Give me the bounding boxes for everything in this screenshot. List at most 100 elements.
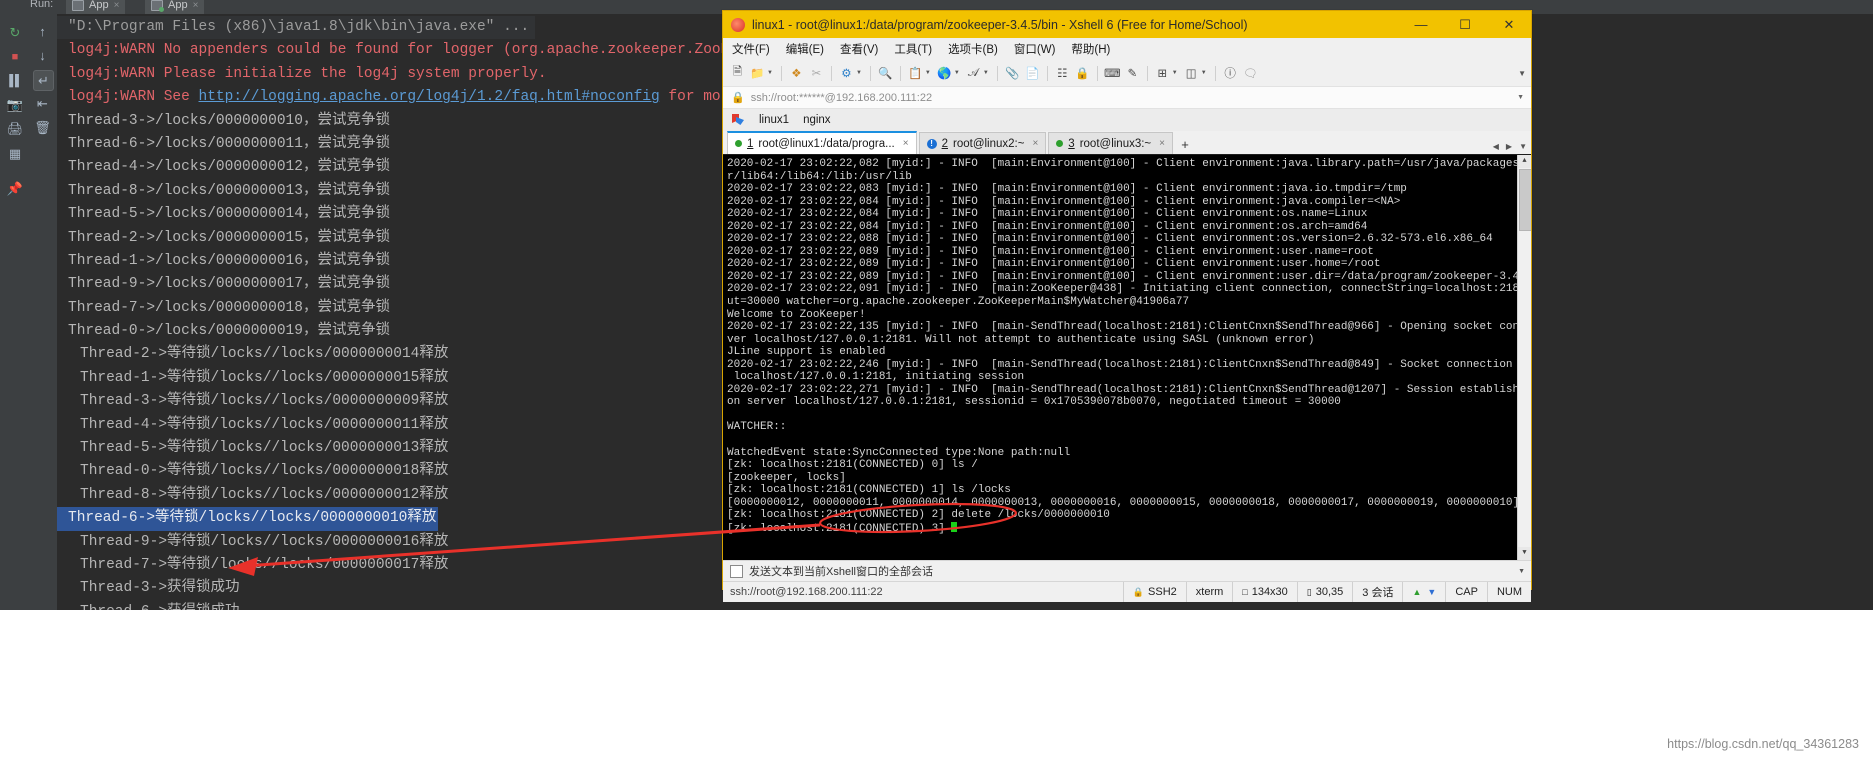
idea-tab-app-2[interactable]: App × xyxy=(145,0,205,14)
scrollbar-down-arrow-icon[interactable]: ▼ xyxy=(1518,547,1531,560)
idea-tab-app-1[interactable]: App × xyxy=(66,0,126,14)
stop-icon[interactable]: ■ xyxy=(6,48,24,66)
app-running-tab-icon xyxy=(151,0,164,12)
toolbar-separator xyxy=(1146,65,1148,81)
quick-connect-icon[interactable]: ❖ xyxy=(788,65,805,82)
chevron-down-icon[interactable]: ▼ xyxy=(856,70,862,76)
toolbar-overflow-icon[interactable]: ▼ xyxy=(1518,69,1526,78)
chevron-down-icon[interactable]: ▼ xyxy=(983,70,989,76)
layout-columns-icon[interactable]: ◫ xyxy=(1183,65,1200,82)
keyboard-icon[interactable]: ⌨ xyxy=(1104,65,1121,82)
terminal-scrollbar[interactable]: ▲ ▼ xyxy=(1517,155,1531,560)
menu-item-3[interactable]: 工具(T) xyxy=(894,41,932,57)
minimize-button[interactable]: — xyxy=(1399,11,1443,38)
chevron-down-icon[interactable]: ▼ xyxy=(1172,70,1178,76)
compose-icon[interactable]: ☷ xyxy=(1054,65,1071,82)
terminal-line: [zk: localhost:2181(CONNECTED) 2] delete… xyxy=(727,509,1110,522)
alert-icon: ! xyxy=(926,138,937,149)
close-button[interactable]: ✕ xyxy=(1487,11,1531,38)
tabs-list-icon[interactable]: ▼ xyxy=(1519,142,1527,151)
layout-icon[interactable]: ▦ xyxy=(6,145,24,163)
status-cursor: ▯ 30,35 xyxy=(1296,582,1352,602)
terminal-cursor xyxy=(951,521,958,532)
terminal-line: 2020-02-17 23:02:22,135 [myid:] - INFO [… xyxy=(727,321,1531,334)
pause-icon[interactable]: ▌▌ xyxy=(6,72,24,90)
chevron-down-icon[interactable]: ▼ xyxy=(1201,70,1207,76)
session-tab-2[interactable]: ! 2 root@linux2:~ × xyxy=(918,132,1047,154)
terminal-line: 2020-02-17 23:02:22,084 [myid:] - INFO [… xyxy=(727,220,1368,233)
bookmark-flag-icon xyxy=(732,114,745,126)
trash-icon[interactable]: 🗑 xyxy=(33,118,52,137)
tabs-prev-icon[interactable]: ◀ xyxy=(1493,142,1499,151)
menu-item-4[interactable]: 选项卡(B) xyxy=(948,41,998,57)
chevron-down-icon[interactable]: ▼ xyxy=(954,70,960,76)
paste-clip-icon[interactable]: 📎 xyxy=(1004,65,1021,82)
scroll-up-icon[interactable]: ↑ xyxy=(33,22,52,41)
cursor-icon: ▯ xyxy=(1306,586,1312,597)
session-tab-1[interactable]: 1 root@linux1:/data/progra... × xyxy=(727,131,917,154)
lock-icon[interactable]: 🔒 xyxy=(1074,65,1091,82)
pin-icon[interactable]: 📌 xyxy=(6,180,24,198)
copy-paste-icon[interactable]: 📋 xyxy=(907,65,924,82)
close-icon[interactable]: × xyxy=(114,0,120,14)
send-all-label: 发送文本到当前Xshell窗口的全部会话 xyxy=(749,566,933,578)
warn-prefix: log4j:WARN See xyxy=(68,89,199,106)
xshell-title-bar[interactable]: linux1 - root@linux1:/data/program/zooke… xyxy=(723,11,1531,38)
search-icon[interactable]: 🔍 xyxy=(877,65,894,82)
terminal-line: 2020-02-17 23:02:22,271 [myid:] - INFO [… xyxy=(727,383,1531,396)
scrollbar-thumb[interactable] xyxy=(1519,169,1531,231)
terminal-output[interactable]: 2020-02-17 23:02:22,082 [myid:] - INFO [… xyxy=(723,155,1531,560)
xshell-address-bar[interactable]: 🔒 ssh://root:******@192.168.200.111:22 ▼ xyxy=(723,87,1531,109)
chat-icon[interactable]: 🗨 xyxy=(1242,65,1259,82)
new-session-icon[interactable]: 🗎 xyxy=(729,65,746,82)
properties-gear-icon[interactable]: ⚙ xyxy=(838,65,855,82)
open-folder-icon[interactable]: 📁 xyxy=(749,65,766,82)
scrollbar-up-arrow-icon[interactable]: ▲ xyxy=(1518,155,1531,168)
status-transfer-icons: ▲ ▼ xyxy=(1402,582,1445,602)
xshell-status-bar: ssh://root@192.168.200.111:22 🔒 SSH2 xter… xyxy=(723,581,1531,602)
help-icon[interactable]: ⓘ xyxy=(1222,65,1239,82)
send-to-all-sessions-bar[interactable]: 发送文本到当前Xshell窗口的全部会话 ▼ xyxy=(723,560,1531,581)
chevron-down-icon[interactable]: ▼ xyxy=(925,70,931,76)
rerun-icon[interactable]: ↻ xyxy=(6,24,24,42)
soft-wrap-icon[interactable]: ↵ xyxy=(33,70,54,91)
toolbar-separator xyxy=(1046,65,1048,81)
console-selected-line[interactable]: Thread-6->等待锁/locks//locks/0000000010释放 xyxy=(57,507,439,531)
copy-icon[interactable]: 📄 xyxy=(1024,65,1041,82)
menu-item-6[interactable]: 帮助(H) xyxy=(1071,41,1110,57)
close-icon[interactable]: × xyxy=(193,0,199,14)
status-num: NUM xyxy=(1486,582,1531,602)
menu-item-5[interactable]: 窗口(W) xyxy=(1014,41,1056,57)
maximize-button[interactable]: ☐ xyxy=(1443,11,1487,38)
menu-item-2[interactable]: 查看(V) xyxy=(840,41,878,57)
split-add-icon[interactable]: ⊞ xyxy=(1154,65,1171,82)
screenshot-icon[interactable]: 📷 xyxy=(6,96,24,114)
font-icon[interactable]: 𝒜 xyxy=(965,65,982,82)
close-icon[interactable]: × xyxy=(1032,138,1038,149)
scroll-to-end-icon[interactable]: ⇤ xyxy=(33,94,52,113)
download-arrow-icon: ▼ xyxy=(1427,587,1437,597)
chevron-down-icon[interactable]: ▼ xyxy=(1518,568,1525,575)
highlight-icon[interactable]: ✎ xyxy=(1124,65,1141,82)
bookmark-item-nginx[interactable]: nginx xyxy=(803,114,831,126)
session-tab-3[interactable]: 3 root@linux3:~ × xyxy=(1048,132,1173,154)
session-tab-label: root@linux3:~ xyxy=(1079,137,1152,150)
tabs-next-icon[interactable]: ▶ xyxy=(1506,142,1512,151)
close-icon[interactable]: × xyxy=(1159,138,1165,149)
send-all-input[interactable] xyxy=(730,564,743,578)
menu-item-0[interactable]: 文件(F) xyxy=(732,41,770,57)
chevron-down-icon[interactable]: ▼ xyxy=(767,70,773,76)
close-icon[interactable]: × xyxy=(903,138,909,149)
scroll-down-icon[interactable]: ↓ xyxy=(33,46,52,65)
disconnect-icon[interactable]: ✂ xyxy=(808,65,825,82)
menu-item-1[interactable]: 编辑(E) xyxy=(786,41,824,57)
globe-icon[interactable]: 🌎 xyxy=(936,65,953,82)
bookmark-item-linux1[interactable]: linux1 xyxy=(759,114,789,126)
chevron-down-icon[interactable]: ▼ xyxy=(1517,94,1524,101)
print-icon[interactable]: 🖨 xyxy=(6,120,24,138)
terminal-line: 2020-02-17 23:02:22,083 [myid:] - INFO [… xyxy=(727,183,1407,196)
new-tab-button[interactable]: + xyxy=(1175,134,1195,154)
status-sessions: 3 会话 xyxy=(1352,582,1402,602)
log4j-faq-link[interactable]: http://logging.apache.org/log4j/1.2/faq.… xyxy=(199,89,660,105)
